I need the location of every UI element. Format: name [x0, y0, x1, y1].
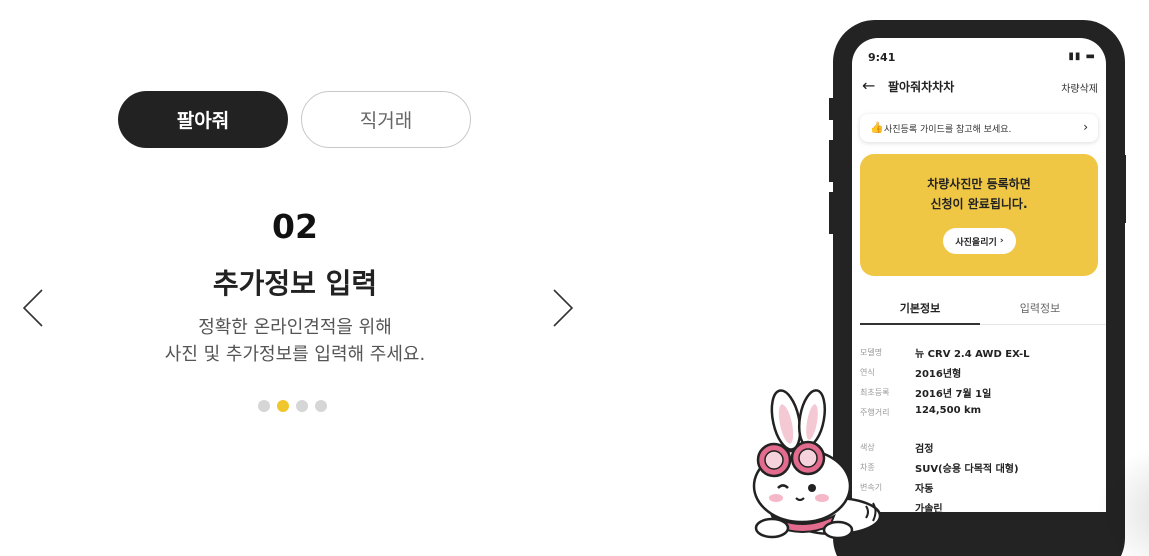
- photo-guide-banner[interactable]: 👍 사진등록 가이드를 참고해 보세요. ›: [860, 114, 1098, 142]
- thumbs-up-icon: 👍: [870, 121, 884, 134]
- spec-value: 124,500 km: [915, 405, 982, 416]
- slide-dot[interactable]: [315, 400, 327, 412]
- next-slide-button[interactable]: [548, 286, 578, 330]
- step-title: 추가정보 입력: [212, 267, 378, 300]
- upload-photo-label: 사진올리기: [955, 237, 997, 248]
- mode-tabs: 팔아줘 직거래: [118, 91, 471, 148]
- spec-value: 자동: [915, 484, 934, 495]
- delete-car-button[interactable]: 차량삭제: [1061, 80, 1098, 95]
- photo-upload-card: 차량사진만 등록하면 신청이 완료됩니다. 사진올리기 ›: [860, 154, 1098, 276]
- step-number-text: 02: [272, 207, 318, 246]
- prev-slide-button[interactable]: [18, 286, 48, 330]
- slide-dot[interactable]: [277, 400, 289, 412]
- spec-value: SUV(승용 다목적 대형): [915, 464, 1019, 475]
- spec-key: 연식: [860, 368, 875, 377]
- photo-guide-text: 사진등록 가이드를 참고해 보세요.: [884, 125, 1012, 135]
- back-arrow-icon[interactable]: ←: [862, 76, 875, 95]
- upload-photo-button[interactable]: 사진올리기 ›: [943, 228, 1016, 254]
- app-title: 팔아줘차차차: [888, 80, 955, 94]
- spec-value: 2016년형: [915, 369, 962, 380]
- status-time: 9:41: [868, 51, 896, 64]
- spec-value: 검정: [915, 444, 934, 455]
- slide-dot[interactable]: [258, 400, 270, 412]
- app-header: ← 팔아줘차차차 차량삭제: [852, 76, 1106, 98]
- slide-indicator: [258, 400, 327, 412]
- drop-shadow: [1090, 440, 1149, 556]
- step-number: 02: [270, 206, 320, 248]
- spec-value: 가솔린: [915, 504, 943, 512]
- step-description: 정확한 온라인견적을 위해 사진 및 추가정보를 입력해 주세요.: [110, 314, 480, 368]
- signal-icon: ▮▮: [1068, 51, 1082, 62]
- battery-icon: ▬: [1085, 51, 1096, 62]
- rabbit-mascot: [752, 389, 882, 540]
- step-description-line2: 사진 및 추가정보를 입력해 주세요.: [164, 344, 426, 365]
- tab-input-info[interactable]: 입력정보: [980, 300, 1100, 316]
- spec-row: 모델명 뉴 CRV 2.4 AWD EX-L: [852, 345, 1106, 361]
- tab-basic-info[interactable]: 기본정보: [860, 300, 980, 316]
- spec-value: 2016년 7월 1일: [915, 389, 992, 400]
- photo-upload-message: 차량사진만 등록하면 신청이 완료됩니다.: [860, 174, 1098, 214]
- spec-row: 연식 2016년형: [852, 365, 1106, 381]
- tab-direct-trade[interactable]: 직거래: [301, 91, 471, 148]
- chevron-left-icon: [22, 289, 43, 327]
- tab-active-underline: [860, 323, 980, 325]
- chevron-right-icon: [553, 289, 574, 327]
- chevron-right-icon: ›: [1083, 120, 1088, 134]
- photo-upload-line1: 차량사진만 등록하면: [927, 177, 1031, 191]
- spec-value: 뉴 CRV 2.4 AWD EX-L: [915, 349, 1030, 360]
- status-icons: ▮▮ ▬: [1068, 51, 1096, 62]
- slide-dot[interactable]: [296, 400, 308, 412]
- step-description-line1: 정확한 온라인견적을 위해: [198, 317, 392, 338]
- photo-upload-line2: 신청이 완료됩니다.: [930, 197, 1028, 211]
- spec-key: 모델명: [860, 348, 883, 357]
- tab-sell[interactable]: 팔아줘: [118, 91, 288, 148]
- chevron-right-icon: ›: [996, 236, 1004, 246]
